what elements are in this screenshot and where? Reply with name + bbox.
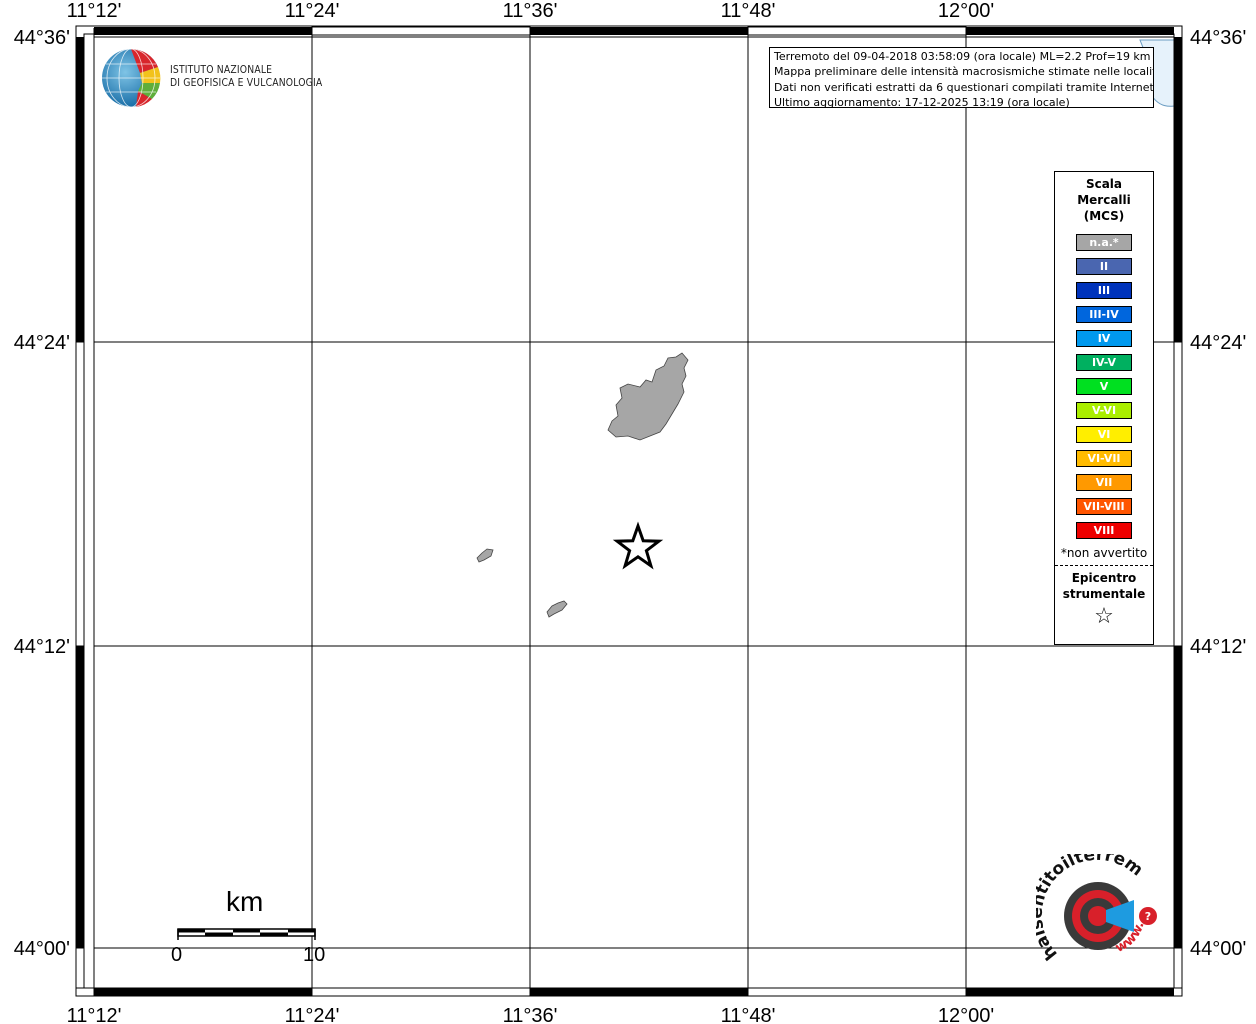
lon-label: 11°12' xyxy=(67,0,122,22)
institute-name-line: ISTITUTO NAZIONALE xyxy=(170,64,273,76)
intensity-legend: Scala Mercalli (MCS) n.a.* II III III-IV IV I… xyxy=(1054,171,1154,645)
lat-label: 44°36' xyxy=(14,27,70,49)
legend-item: n.a.* xyxy=(1076,234,1132,251)
institute-name-line: DI GEOFISICA E VULCANOLOGIA xyxy=(170,77,323,89)
legend-item: VIII xyxy=(1076,522,1132,539)
legend-epicenter-line: strumentale xyxy=(1062,587,1146,601)
legend-item: V xyxy=(1076,378,1132,395)
legend-title-line: Scala xyxy=(1085,177,1123,191)
scale-bar-unit: km xyxy=(226,886,264,917)
legend-item: III xyxy=(1076,282,1132,299)
event-data-note: Dati non verificati estratti da 6 questi… xyxy=(774,80,1154,94)
legend-item: III-IV xyxy=(1076,306,1132,323)
institute-name: ISTITUTO NAZIONALE DI GEOFISICA E VULCAN… xyxy=(170,64,322,90)
lon-label: 11°48' xyxy=(721,0,776,22)
svg-text:?: ? xyxy=(1145,910,1151,923)
frame-bar-right xyxy=(1173,37,1183,989)
legend-item: IV-V xyxy=(1076,354,1132,371)
scale-bar xyxy=(177,928,316,940)
star-icon: ☆ xyxy=(1094,604,1114,629)
legend-item: II xyxy=(1076,258,1132,275)
legend-title: Scala Mercalli (MCS) xyxy=(1055,176,1153,224)
legend-item: V-VI xyxy=(1076,402,1132,419)
outer-frame xyxy=(75,25,1183,997)
event-info-box: Terremoto del 09-04-2018 03:58:09 (ora l… xyxy=(769,47,1154,108)
legend-note: *non avvertito xyxy=(1060,546,1148,560)
lat-label: 44°12' xyxy=(14,636,70,658)
legend-item: IV xyxy=(1076,330,1132,347)
legend-list: n.a.* II III III-IV IV IV-V V V-VI VI VI-VII VII VI… xyxy=(1055,234,1153,539)
last-update: Ultimo aggiornamento: 17-12-2025 13:19 (… xyxy=(774,95,1070,108)
lon-labels-top: 11°12' 11°24' 11°36' 11°48' 12°00' xyxy=(67,0,995,22)
scale-bar-end-label: 10 xyxy=(303,944,326,966)
legend-item: VI xyxy=(1076,426,1132,443)
frame-bar-top xyxy=(94,26,1174,36)
frame-bar-bottom xyxy=(94,987,1174,997)
lon-labels-bottom: 11°12' 11°24' 11°36' 11°48' 12°00' xyxy=(67,1005,995,1024)
legend-item: VII-VIII xyxy=(1076,498,1132,515)
lat-label: 44°00' xyxy=(14,938,70,960)
map-grid xyxy=(93,28,1174,996)
lat-label: 44°36' xyxy=(1190,27,1246,49)
frame-bar-left xyxy=(75,37,85,989)
event-description: Mappa preliminare delle intensità macros… xyxy=(774,65,1154,79)
lat-labels-left: 44°36' 44°24' 44°12' 44°00' xyxy=(14,27,70,960)
inner-frame xyxy=(83,33,1175,989)
scale-bar-start-label: 0 xyxy=(171,944,183,966)
lon-label: 11°36' xyxy=(503,0,558,22)
legend-item: VI-VII xyxy=(1076,450,1132,467)
haisentitoilterremoto-logo-icon: ? haisentitoilterremoto.it www. xyxy=(1036,854,1157,964)
legend-epicenter-label: Epicentro strumentale xyxy=(1055,570,1153,602)
legend-epicenter-line: Epicentro xyxy=(1071,571,1137,585)
lon-label: 12°00' xyxy=(938,1005,994,1024)
municipality-area[interactable] xyxy=(607,352,689,441)
lon-label: 11°12' xyxy=(67,1005,122,1024)
lat-label: 44°24' xyxy=(14,332,70,354)
municipality-area[interactable] xyxy=(476,548,494,563)
lat-label: 44°12' xyxy=(1190,636,1246,658)
lon-label: 11°36' xyxy=(503,1005,558,1024)
legend-title-line: (MCS) xyxy=(1083,209,1125,223)
lat-label: 44°24' xyxy=(1190,332,1246,354)
epicenter-star[interactable] xyxy=(612,521,664,570)
municipalities xyxy=(476,352,689,618)
legend-item: VII xyxy=(1076,474,1132,491)
lon-label: 11°24' xyxy=(285,0,340,22)
legend-divider xyxy=(1055,565,1153,566)
legend-title-line: Mercalli xyxy=(1077,193,1131,207)
event-title: Terremoto del 09-04-2018 03:58:09 (ora l… xyxy=(774,50,1151,63)
lat-label: 44°00' xyxy=(1190,938,1246,960)
lon-label: 11°48' xyxy=(721,1005,776,1024)
lon-label: 12°00' xyxy=(938,0,994,22)
municipality-area[interactable] xyxy=(546,600,568,618)
lat-labels-right: 44°36' 44°24' 44°12' 44°00' xyxy=(1190,27,1246,960)
lon-label: 11°24' xyxy=(285,1005,340,1024)
